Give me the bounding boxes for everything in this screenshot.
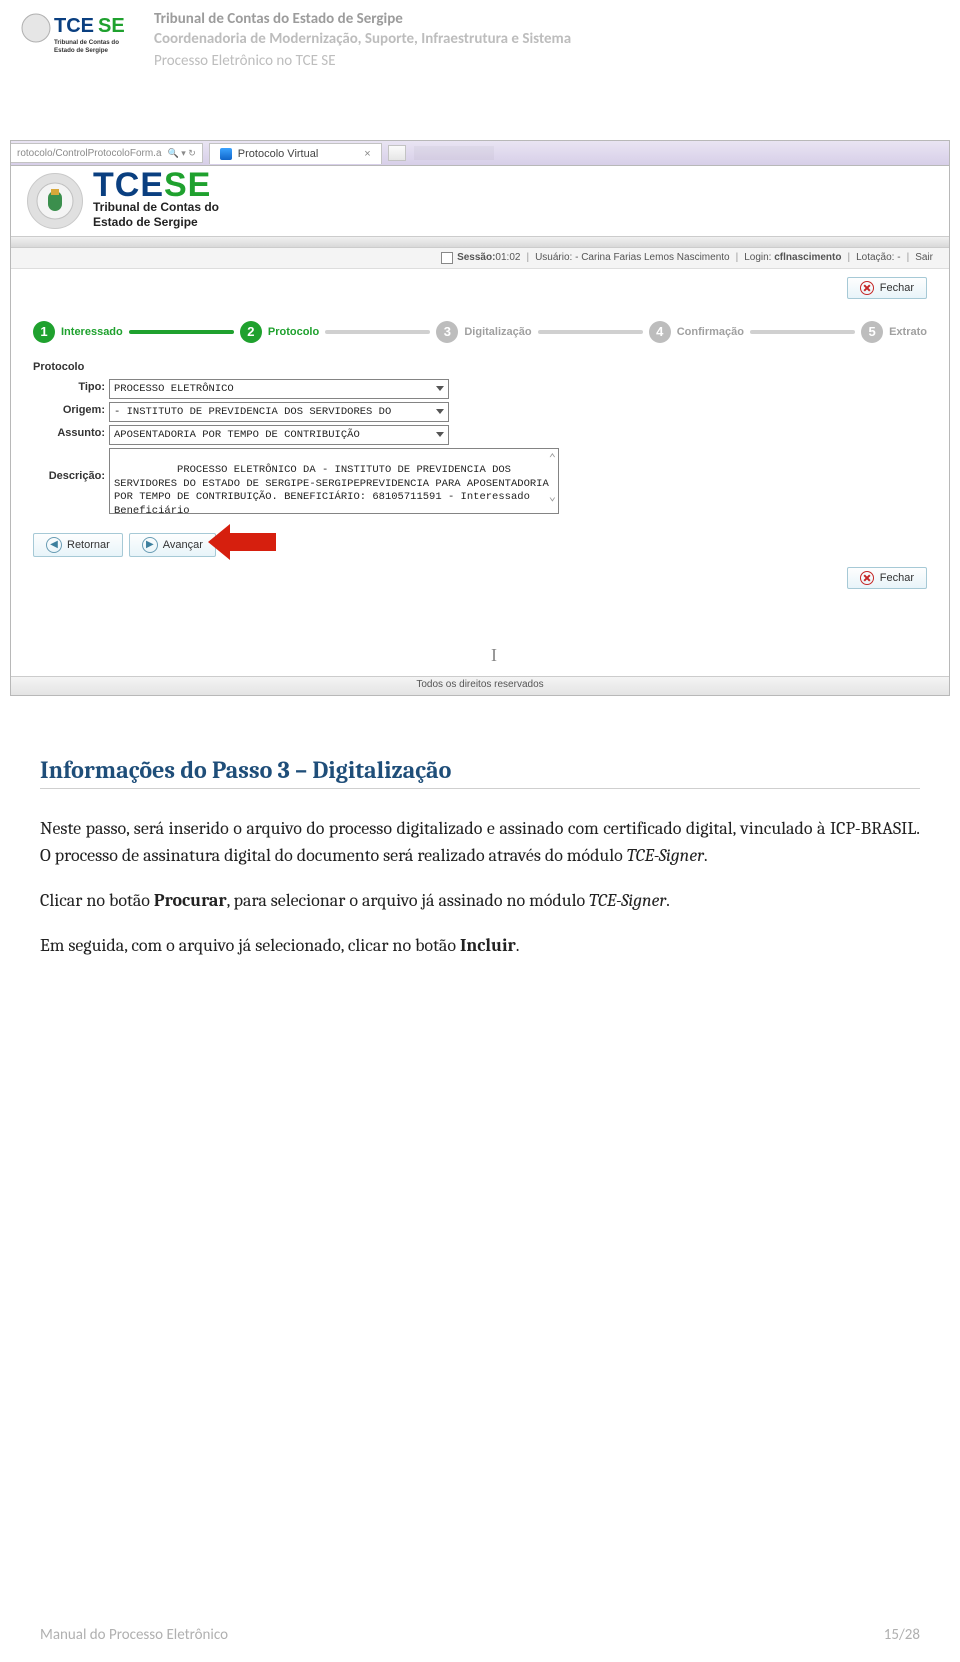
step-1-interessado[interactable]: 1Interessado <box>33 321 123 343</box>
paragraph-3: Em seguida, com o arquivo já selecionado… <box>40 932 920 959</box>
retornar-button[interactable]: ◀ Retornar <box>33 533 123 557</box>
chevron-down-icon <box>436 386 444 391</box>
svg-text:TCE: TCE <box>54 15 94 37</box>
action-bar: ◀ Retornar ▶ Avançar <box>11 523 949 563</box>
chevron-down-icon <box>436 432 444 437</box>
tab-title: Protocolo Virtual <box>238 148 319 160</box>
fechar-button-top[interactable]: Fechar <box>847 277 927 299</box>
favicon-icon <box>220 148 232 160</box>
site-subtitle-1: Tribunal de Contas do <box>93 201 219 214</box>
logo-text-se: SE <box>164 166 211 204</box>
site-header: TCESE Tribunal de Contas do Estado de Se… <box>11 166 949 236</box>
page-footer: Manual do Processo Eletrônico 15/28 <box>40 1626 920 1644</box>
footer-title: Manual do Processo Eletrônico <box>40 1626 228 1644</box>
session-icon <box>441 252 453 264</box>
session-login: cflnascimento <box>774 252 841 263</box>
fechar-button-bottom[interactable]: Fechar <box>847 567 927 589</box>
article-body: Informações do Passo 3 – Digitalização N… <box>40 756 920 959</box>
red-arrow-annotation <box>230 533 276 557</box>
session-user: - Carina Farias Lemos Nascimento <box>575 252 730 263</box>
logout-link[interactable]: Sair <box>915 252 933 263</box>
site-subtitle-2: Estado de Sergipe <box>93 216 219 229</box>
step-3-digitalizacao[interactable]: 3Digitalização <box>436 321 531 343</box>
arrow-right-icon: ▶ <box>142 537 158 553</box>
tipo-label: Tipo: <box>33 379 109 393</box>
svg-text:Estado de Sergipe: Estado de Sergipe <box>54 47 109 54</box>
avancar-button[interactable]: ▶ Avançar <box>129 533 216 557</box>
form-section-title: Protocolo <box>33 361 927 373</box>
protocolo-form: Protocolo Tipo: PROCESSO ELETRÔNICO Orig… <box>11 347 949 523</box>
close-icon <box>860 571 874 585</box>
section-heading: Informações do Passo 3 – Digitalização <box>40 756 920 789</box>
scrollbar-icon[interactable]: ⌃⌄ <box>549 453 556 503</box>
browser-tab[interactable]: Protocolo Virtual × <box>209 143 382 164</box>
paragraph-1: Neste passo, será inserido o arquivo do … <box>40 815 920 869</box>
address-bar-fragment[interactable]: rotocolo/ControlProtocoloForm.a 🔍 ▾ ↻ <box>11 143 203 163</box>
svg-text:SE: SE <box>98 15 125 37</box>
paragraph-2: Clicar no botão Procurar, para seleciona… <box>40 887 920 914</box>
inactive-tab[interactable] <box>414 146 494 160</box>
document-header: TCE SE Tribunal de Contas do Estado de S… <box>0 0 960 76</box>
descricao-textarea[interactable]: PROCESSO ELETRÔNICO DA - INSTITUTO DE PR… <box>109 448 559 514</box>
wizard-stepper: 1Interessado 2Protocolo 3Digitalização 4… <box>11 317 949 347</box>
sergipe-emblem-icon <box>27 173 83 229</box>
close-icon <box>860 281 874 295</box>
step-4-confirmacao[interactable]: 4Confirmação <box>649 321 744 343</box>
origem-label: Origem: <box>33 402 109 416</box>
arrow-left-icon: ◀ <box>46 537 62 553</box>
header-org: Tribunal de Contas do Estado de Sergipe <box>154 10 571 28</box>
browser-tab-bar: rotocolo/ControlProtocoloForm.a 🔍 ▾ ↻ Pr… <box>11 141 949 166</box>
chevron-down-icon <box>436 409 444 414</box>
site-footer: Todos os direitos reservados <box>11 676 949 695</box>
assunto-label: Assunto: <box>33 425 109 439</box>
gradient-bar <box>11 236 949 248</box>
session-bar: Sessão:01:02 | Usuário: - Carina Farias … <box>11 248 949 269</box>
tab-close-icon[interactable]: × <box>364 148 370 160</box>
tipo-select[interactable]: PROCESSO ELETRÔNICO <box>109 379 449 399</box>
descricao-label: Descrição: <box>33 448 109 482</box>
logo-text-tce: TCE <box>93 166 164 204</box>
header-dept: Coordenadoria de Modernização, Suporte, … <box>154 30 571 48</box>
new-tab-button[interactable] <box>388 145 406 161</box>
tcese-logo: TCE SE Tribunal de Contas do Estado de S… <box>20 8 140 64</box>
text-cursor-icon: I <box>491 645 949 666</box>
origem-select[interactable]: - INSTITUTO DE PREVIDENCIA DOS SERVIDORE… <box>109 402 449 422</box>
step-5-extrato[interactable]: 5Extrato <box>861 321 927 343</box>
svg-text:Tribunal de Contas do: Tribunal de Contas do <box>54 39 119 46</box>
assunto-select[interactable]: APOSENTADORIA POR TEMPO DE CONTRIBUIÇÃO <box>109 425 449 445</box>
header-docname: Processo Eletrônico no TCE SE <box>154 52 571 70</box>
step-2-protocolo[interactable]: 2Protocolo <box>240 321 319 343</box>
page-number: 15/28 <box>884 1626 920 1644</box>
embedded-screenshot: rotocolo/ControlProtocoloForm.a 🔍 ▾ ↻ Pr… <box>10 140 950 696</box>
